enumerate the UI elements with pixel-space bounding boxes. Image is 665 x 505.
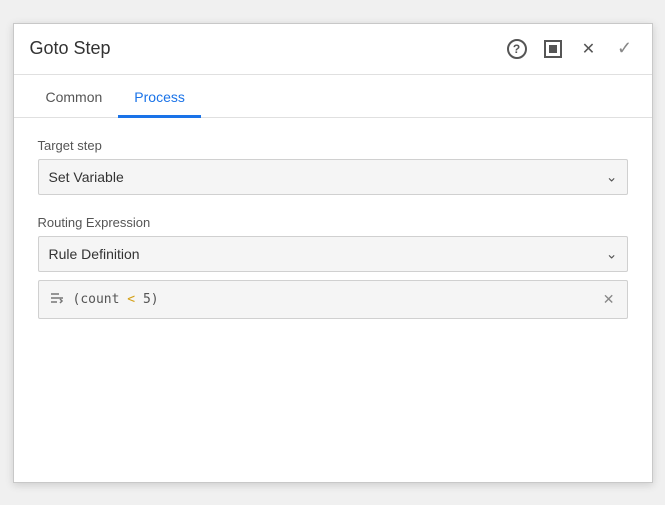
target-step-group: Target step Set Variable ⌄ bbox=[38, 138, 628, 195]
target-step-select[interactable]: Set Variable bbox=[38, 159, 628, 195]
target-step-label: Target step bbox=[38, 138, 628, 153]
tab-common[interactable]: Common bbox=[30, 75, 119, 118]
window-icon[interactable] bbox=[542, 38, 564, 60]
tab-bar: Common Process bbox=[14, 75, 652, 118]
routing-expression-select[interactable]: Rule Definition bbox=[38, 236, 628, 272]
close-icon[interactable]: ✕ bbox=[578, 38, 600, 60]
expression-close-icon[interactable]: ✕ bbox=[601, 289, 617, 310]
routing-expression-select-wrapper: Rule Definition ⌄ bbox=[38, 236, 628, 272]
expression-text: (count < 5) bbox=[73, 292, 601, 307]
goto-step-dialog: Goto Step ? ✕ ✓ Common P bbox=[13, 23, 653, 483]
title-bar: Goto Step ? ✕ ✓ bbox=[14, 24, 652, 75]
expression-row: (count < 5) ✕ bbox=[38, 280, 628, 319]
confirm-icon[interactable]: ✓ bbox=[614, 38, 636, 60]
tab-process[interactable]: Process bbox=[118, 75, 201, 118]
routing-expression-group: Routing Expression Rule Definition ⌄ bbox=[38, 215, 628, 319]
target-step-select-wrapper: Set Variable ⌄ bbox=[38, 159, 628, 195]
help-icon[interactable]: ? bbox=[506, 38, 528, 60]
tab-content: Target step Set Variable ⌄ Routing Expre… bbox=[14, 118, 652, 359]
title-icons: ? ✕ ✓ bbox=[506, 38, 636, 60]
dialog-title: Goto Step bbox=[30, 38, 506, 59]
expression-icon bbox=[49, 290, 65, 309]
routing-expression-label: Routing Expression bbox=[38, 215, 628, 230]
